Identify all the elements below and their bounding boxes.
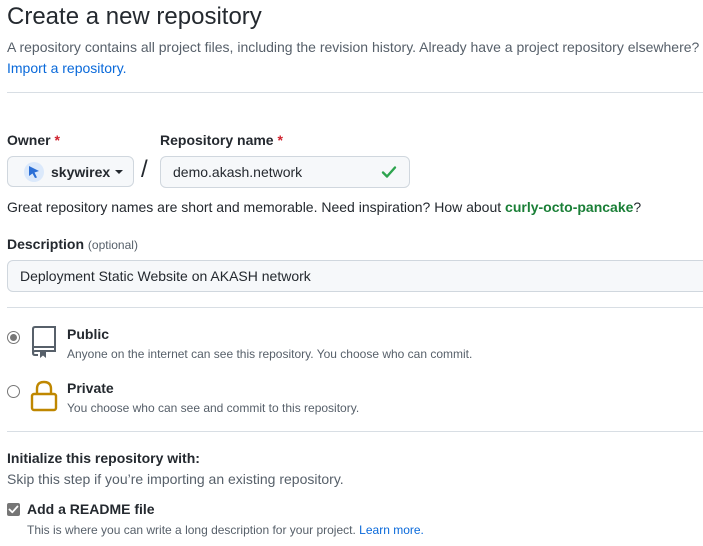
hint-suffix: ? xyxy=(633,199,642,215)
initialize-subtitle: Skip this step if you’re importing an ex… xyxy=(7,471,344,487)
readme-description: This is where you can write a long descr… xyxy=(27,523,424,537)
create-repository-page: Create a new repository A repository con… xyxy=(0,0,703,546)
divider xyxy=(7,92,703,93)
required-mark: * xyxy=(277,132,283,148)
divider xyxy=(7,431,703,432)
owner-label: Owner * xyxy=(7,132,60,148)
description-input[interactable]: Deployment Static Website on AKASH netwo… xyxy=(7,260,703,292)
divider xyxy=(7,307,703,308)
import-repository-link[interactable]: Import a repository. xyxy=(7,60,127,76)
readme-label[interactable]: Add a README file xyxy=(27,501,155,517)
page-title: Create a new repository xyxy=(7,3,262,30)
chevron-down-icon xyxy=(115,169,124,174)
readme-description-text: This is where you can write a long descr… xyxy=(27,523,356,537)
hint-text: Great repository names are short and mem… xyxy=(7,199,506,215)
description-label: Description (optional) xyxy=(7,236,138,252)
lock-icon xyxy=(30,380,58,412)
avatar xyxy=(24,161,44,182)
owner-repo-separator: / xyxy=(141,156,148,183)
repo-name-value: demo.akash.network xyxy=(173,164,303,180)
owner-label-text: Owner xyxy=(7,132,51,148)
description-value: Deployment Static Website on AKASH netwo… xyxy=(20,268,311,284)
check-icon xyxy=(381,166,397,178)
checkmark-icon xyxy=(8,505,19,514)
repo-name-hint: Great repository names are short and mem… xyxy=(7,199,641,215)
repo-icon xyxy=(32,326,56,358)
optional-note: (optional) xyxy=(87,238,138,252)
private-radio[interactable] xyxy=(7,385,20,398)
repo-name-label-text: Repository name xyxy=(160,132,274,148)
initialize-title: Initialize this repository with: xyxy=(7,450,200,466)
private-description: You choose who can see and commit to thi… xyxy=(67,401,360,415)
owner-dropdown[interactable]: skywirex xyxy=(7,156,134,187)
description-label-text: Description xyxy=(7,236,85,252)
public-radio[interactable] xyxy=(7,331,20,344)
private-title: Private xyxy=(67,380,114,396)
page-subtitle: A repository contains all project files,… xyxy=(7,37,703,79)
owner-name: skywirex xyxy=(51,163,111,180)
learn-more-link[interactable]: Learn more. xyxy=(359,523,424,537)
repo-name-label: Repository name * xyxy=(160,132,283,148)
public-title: Public xyxy=(67,326,110,342)
required-mark: * xyxy=(54,132,60,148)
subtitle-text: A repository contains all project files,… xyxy=(7,39,700,55)
repo-name-input[interactable]: demo.akash.network xyxy=(160,156,410,188)
readme-checkbox[interactable] xyxy=(7,503,20,516)
name-suggestion-link[interactable]: curly-octo-pancake xyxy=(505,199,633,215)
public-description: Anyone on the internet can see this repo… xyxy=(67,347,473,361)
